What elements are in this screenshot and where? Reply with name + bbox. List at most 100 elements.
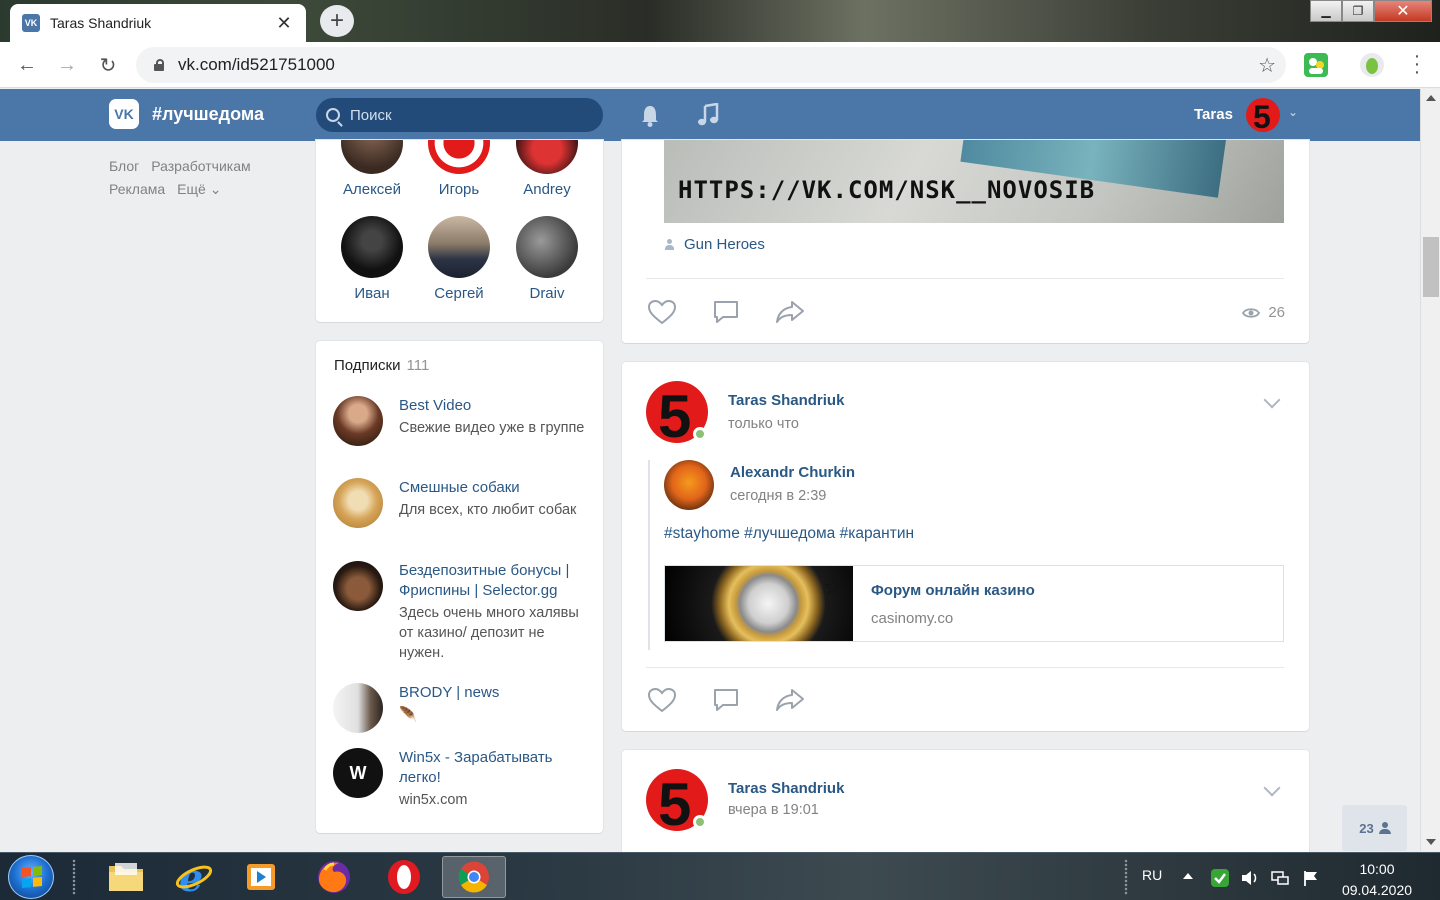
volume-icon[interactable] [1240, 869, 1258, 887]
post-menu-chevron-icon[interactable] [1263, 779, 1281, 797]
scroll-down-icon[interactable] [1426, 839, 1436, 845]
vk-brand-hashtag[interactable]: #лучшедома [152, 104, 264, 125]
online-indicator [693, 815, 707, 829]
music-icon[interactable] [697, 103, 719, 127]
profile-avatar-icon[interactable] [1360, 53, 1384, 77]
search-input[interactable] [350, 106, 590, 124]
share-arrow-icon[interactable] [774, 297, 806, 327]
online-count: 23 [1359, 820, 1374, 836]
online-friends-counter[interactable]: 23 [1342, 805, 1407, 851]
browser-menu-icon[interactable]: · · · [1412, 46, 1422, 82]
bell-icon[interactable] [640, 105, 660, 127]
comment-icon[interactable] [710, 685, 742, 715]
tab-close-icon[interactable]: ✕ [274, 13, 294, 34]
share-arrow-icon[interactable] [774, 685, 806, 715]
window-close-button[interactable]: ✕ [1374, 0, 1432, 22]
post-divider [646, 278, 1284, 279]
browser-tab[interactable]: VK Taras Shandriuk ✕ [10, 4, 306, 42]
reload-icon[interactable]: ↻ [95, 52, 121, 78]
post-hashtags[interactable]: #stayhome #лучшедома #карантин [664, 525, 914, 543]
forward-arrow-icon[interactable]: → [54, 52, 80, 78]
page-scrollbar[interactable] [1420, 89, 1440, 851]
views-count: 26 [1268, 304, 1285, 321]
subscription-avatar [333, 561, 383, 611]
like-heart-icon[interactable] [646, 685, 678, 715]
back-arrow-icon[interactable]: ← [14, 52, 40, 78]
link-ads[interactable]: Реклама [109, 181, 165, 197]
maximize-button[interactable]: ❐ [1342, 0, 1374, 22]
repost-author-avatar[interactable] [664, 460, 714, 510]
network-icon[interactable] [1270, 869, 1289, 887]
scroll-up-icon[interactable] [1426, 95, 1436, 101]
friend-item[interactable]: Сергей [414, 216, 504, 302]
vk-search[interactable] [316, 98, 603, 132]
header-user-name[interactable]: Taras [1194, 106, 1233, 123]
system-clock[interactable]: 10:00 09.04.2020 [1340, 859, 1414, 900]
subscription-item[interactable]: W Win5x - Зарабатывать легко! win5x.com [333, 748, 593, 810]
opera-icon[interactable] [373, 856, 435, 898]
firefox-icon[interactable] [303, 856, 365, 898]
bookmark-star-icon[interactable]: ☆ [1258, 53, 1276, 78]
internet-explorer-icon[interactable]: e [163, 856, 225, 898]
address-bar[interactable]: vk.com/id521751000 ☆ [136, 47, 1286, 83]
subscription-title: BRODY | news [399, 684, 500, 701]
link-more[interactable]: Ещё ⌄ [177, 181, 221, 197]
start-button[interactable] [8, 855, 54, 899]
subscription-desc: Здесь очень много халявы от казино/ депо… [399, 605, 579, 661]
friend-item[interactable]: Алексей [327, 140, 417, 198]
post-image[interactable]: HTTPS://VK.COM/NSK__NOVOSIB [664, 140, 1284, 223]
subscription-item[interactable]: Бездепозитные бонусы | Фриспины | Select… [333, 561, 593, 663]
friend-item[interactable]: Иван [327, 216, 417, 302]
extension-icon[interactable] [1304, 53, 1328, 77]
footer-links: Блог Разработчикам Реклама Ещё ⌄ [109, 155, 263, 201]
post-author[interactable]: Taras Shandriuk [728, 392, 844, 409]
subscriptions-card: Подписки 111 Best Video Свежие видео уже … [316, 341, 603, 833]
friend-item[interactable]: Andrey [502, 140, 592, 198]
friend-item[interactable]: Игорь [414, 140, 504, 198]
post-menu-chevron-icon[interactable] [1263, 391, 1281, 409]
browser-toolbar: ← → ↻ vk.com/id521751000 ☆ · · · [0, 42, 1440, 88]
post-author[interactable]: Taras Shandriuk [728, 780, 844, 797]
subscription-desc: 🪶 [399, 707, 418, 723]
like-heart-icon[interactable] [646, 297, 678, 327]
subscription-item[interactable]: Смешные собаки Для всех, кто любит собак [333, 478, 593, 528]
language-indicator[interactable]: RU [1142, 867, 1162, 883]
subscription-item[interactable]: BRODY | news 🪶 [333, 683, 593, 733]
subscriptions-header[interactable]: Подписки 111 [334, 357, 429, 374]
friend-name: Andrey [523, 181, 571, 198]
subscription-desc: Для всех, кто любит собак [399, 502, 577, 518]
link-developers[interactable]: Разработчикам [151, 158, 250, 174]
svg-text:5: 5 [658, 771, 691, 831]
vk-logo[interactable]: VK [109, 99, 139, 129]
subscription-avatar [333, 478, 383, 528]
subscription-avatar [333, 683, 383, 733]
minimize-button[interactable]: ▁ [1310, 0, 1342, 22]
link-snippet[interactable]: ☆ Форум онлайн казино casinomy.co [664, 565, 1284, 642]
post-source[interactable]: Gun Heroes [664, 236, 765, 253]
chrome-icon[interactable] [442, 856, 506, 898]
star-icon: ☆ [823, 574, 843, 599]
subscription-item[interactable]: Best Video Свежие видео уже в группе [333, 396, 593, 446]
scroll-thumb[interactable] [1423, 237, 1439, 297]
explorer-folder-icon[interactable] [95, 856, 157, 898]
header-avatar[interactable]: 5 [1246, 98, 1280, 132]
link-domain: casinomy.co [871, 610, 954, 627]
friend-item[interactable]: Draiv [502, 216, 592, 302]
tray-expand-icon[interactable] [1183, 873, 1193, 879]
tray-grip [1124, 859, 1128, 895]
link-blog[interactable]: Блог [109, 158, 139, 174]
friend-name: Игорь [438, 181, 480, 198]
security-check-icon[interactable] [1211, 869, 1229, 887]
window-controls: ▁ ❐ ✕ [1310, 0, 1432, 22]
friends-card: Алексей Игорь Andrey Иван Сергей Draiv [316, 140, 603, 322]
friend-avatar [516, 140, 578, 174]
post-time[interactable]: вчера в 19:01 [728, 802, 819, 818]
chevron-down-icon[interactable]: ⌄ [1288, 105, 1298, 119]
repost-author[interactable]: Alexandr Churkin [730, 464, 855, 481]
post-time[interactable]: только что [728, 416, 799, 432]
action-center-flag-icon[interactable] [1302, 869, 1320, 887]
comment-icon[interactable] [710, 297, 742, 327]
media-player-icon[interactable] [230, 856, 292, 898]
repost-time[interactable]: сегодня в 2:39 [730, 488, 826, 504]
new-tab-button[interactable]: + [320, 5, 354, 37]
